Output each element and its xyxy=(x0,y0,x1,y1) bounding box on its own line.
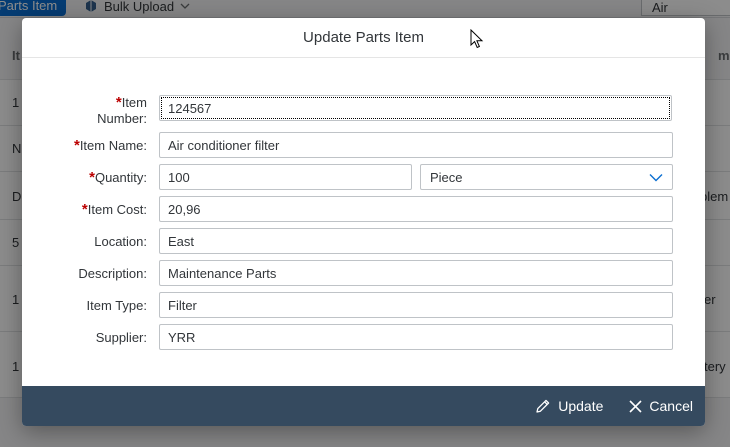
item-name-label-text: Item Name: xyxy=(79,138,147,153)
item-type-label: Item Type: xyxy=(86,298,147,313)
description-row: Description: Maintenance Parts xyxy=(22,260,705,286)
item-name-row: *Item Name: Air conditioner filter xyxy=(22,132,705,158)
update-button-label: Update xyxy=(558,398,604,414)
quantity-row: *Quantity: 100 Piece xyxy=(22,164,705,190)
item-number-label: *Item Number: xyxy=(97,95,147,127)
item-number-row: *Item Number: 124567 xyxy=(22,95,705,135)
description-label: Description: xyxy=(78,266,147,281)
item-cost-label-text: Item Cost: xyxy=(87,202,147,217)
location-row: Location: East xyxy=(22,228,705,254)
cancel-button-label: Cancel xyxy=(649,398,693,414)
unit-select-value: Piece xyxy=(430,170,463,185)
item-number-input[interactable]: 124567 xyxy=(159,95,672,121)
update-parts-item-dialog: Update Parts Item *Item Number: 124567 *… xyxy=(22,18,705,426)
pencil-icon xyxy=(536,399,550,413)
cancel-button[interactable]: Cancel xyxy=(629,398,693,414)
item-cost-row: *Item Cost: 20,96 xyxy=(22,196,705,222)
item-cost-input[interactable]: 20,96 xyxy=(159,196,673,222)
item-type-input[interactable]: Filter xyxy=(159,292,673,318)
quantity-label-text: Quantity: xyxy=(94,170,147,185)
mouse-cursor-icon xyxy=(470,29,484,49)
location-input[interactable]: East xyxy=(159,228,673,254)
quantity-label: *Quantity: xyxy=(89,169,147,186)
location-label: Location: xyxy=(94,234,147,249)
description-input[interactable]: Maintenance Parts xyxy=(159,260,673,286)
dialog-title: Update Parts Item xyxy=(22,18,705,58)
chevron-down-icon[interactable] xyxy=(649,173,663,182)
dialog-form: *Item Number: 124567 *Item Name: Air con… xyxy=(22,58,705,386)
item-number-label-line2: Number: xyxy=(97,111,147,126)
supplier-label: Supplier: xyxy=(95,330,147,345)
item-name-label: *Item Name: xyxy=(74,137,147,154)
unit-select[interactable]: Piece xyxy=(420,164,673,190)
update-button[interactable]: Update xyxy=(535,398,603,414)
supplier-row: Supplier: YRR xyxy=(22,324,705,350)
supplier-input[interactable]: YRR xyxy=(159,324,673,350)
close-icon xyxy=(629,399,642,413)
item-type-row: Item Type: Filter xyxy=(22,292,705,318)
item-cost-label: *Item Cost: xyxy=(82,201,147,218)
item-number-label-line1: Item xyxy=(121,95,147,110)
item-name-input[interactable]: Air conditioner filter xyxy=(159,132,673,158)
dialog-footer: Update Cancel xyxy=(22,386,705,426)
quantity-input[interactable]: 100 xyxy=(159,164,412,190)
